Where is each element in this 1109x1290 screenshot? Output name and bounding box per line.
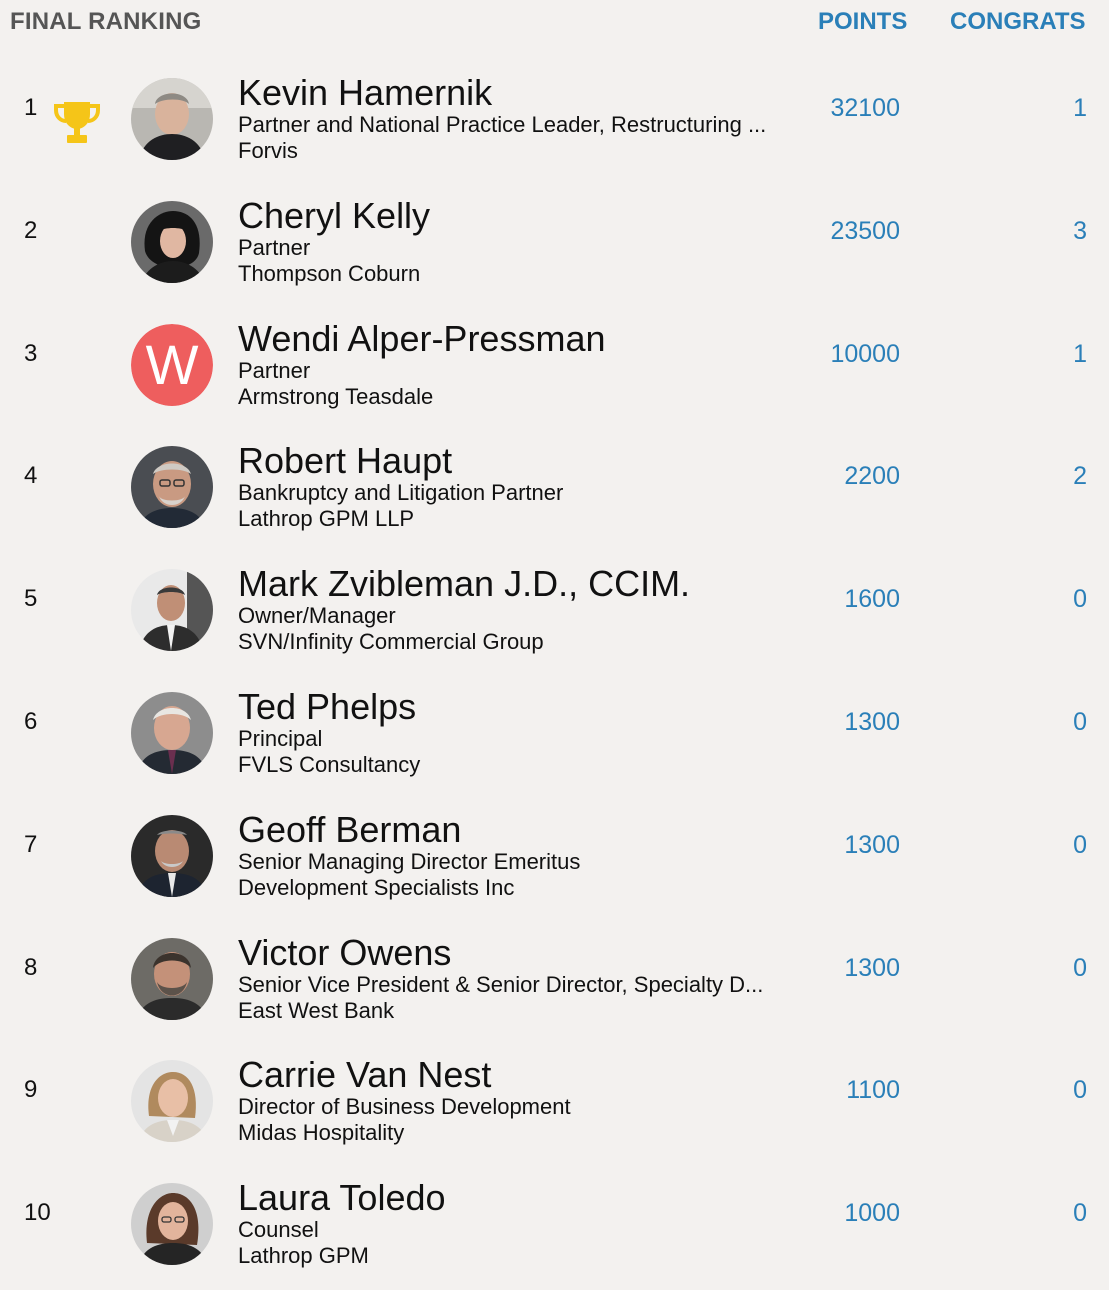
rank-number: 2 [24,216,38,244]
person-name[interactable]: Wendi Alper-Pressman [238,319,808,358]
ranking-list: 1 Kevin Hamernik Partner and National Pr… [0,62,1109,1290]
person-title: Counsel [238,1217,319,1243]
person-title: Senior Managing Director Emeritus [238,848,581,874]
congrats-value[interactable]: 3 [1073,217,1087,246]
rank-number: 3 [24,339,38,367]
points-value[interactable]: 1300 [844,954,900,983]
avatar[interactable] [131,1060,213,1143]
congrats-value[interactable]: 1 [1073,94,1087,123]
person-info: Cheryl Kelly Partner Thompson Coburn [238,196,808,287]
person-info: Carrie Van Nest Director of Business Dev… [238,1056,808,1146]
congrats-column-header[interactable]: CONGRATS [950,8,1086,36]
ranking-row[interactable]: 10 Laura Toledo Counsel Lathrop GPM 1000… [0,1167,1109,1290]
person-info: Ted Phelps Principal FVLS Consultancy [238,687,808,778]
person-title: Principal [238,725,323,751]
person-info: Wendi Alper-Pressman Partner Armstrong T… [238,319,808,410]
person-title: Partner [238,357,311,383]
points-value[interactable]: 1300 [844,831,900,860]
congrats-value[interactable]: 0 [1073,585,1087,614]
person-company: Lathrop GPM [238,1243,369,1269]
rank-number: 1 [24,94,38,121]
congrats-value[interactable]: 0 [1073,1076,1087,1105]
points-value[interactable]: 1300 [844,708,900,737]
points-value[interactable]: 1600 [844,585,900,614]
ranking-row[interactable]: 5 Mark Zvibleman J.D., CCIM. Owner/Manag… [0,553,1109,676]
rank-number: 7 [24,830,38,858]
congrats-value[interactable]: 1 [1073,340,1087,369]
ranking-row[interactable]: 6 Ted Phelps Principal FVLS Consultancy … [0,676,1109,799]
points-column-header[interactable]: POINTS [818,8,907,36]
person-company: Armstrong Teasdale [238,383,434,409]
points-value[interactable]: 2200 [844,462,900,491]
rank-number: 10 [24,1199,51,1227]
congrats-value[interactable]: 0 [1073,708,1087,737]
avatar[interactable] [131,691,213,774]
ranking-row[interactable]: 2 Cheryl Kelly Partner Thompson Coburn 2… [0,185,1109,308]
avatar[interactable] [131,78,213,160]
ranking-row[interactable]: 3 W Wendi Alper-Pressman Partner Armstro… [0,308,1109,431]
person-info: Victor Owens Senior Vice President & Sen… [238,933,808,1024]
ranking-header: FINAL RANKING POINTS CONGRATS [0,0,1109,44]
ranking-row[interactable]: 8 Victor Owens Senior Vice President & S… [0,922,1109,1045]
person-company: East West Bank [238,997,395,1023]
ranking-row[interactable]: 1 Kevin Hamernik Partner and National Pr… [0,62,1109,185]
person-info: Geoff Berman Senior Managing Director Em… [238,810,808,901]
person-title: Partner [238,234,311,260]
avatar[interactable] [131,200,213,283]
person-company: Thompson Coburn [238,260,421,286]
person-name[interactable]: Carrie Van Nest [238,1056,808,1094]
person-info: Kevin Hamernik Partner and National Prac… [238,74,808,164]
congrats-value[interactable]: 0 [1073,954,1087,983]
congrats-value[interactable]: 0 [1073,831,1087,860]
avatar[interactable] [131,569,213,652]
points-value[interactable]: 32100 [830,94,900,123]
person-company: Midas Hospitality [238,1120,405,1146]
rank-number: 6 [24,707,38,735]
points-value[interactable]: 23500 [830,217,900,246]
avatar[interactable] [131,814,213,897]
avatar[interactable] [131,446,213,529]
avatar-initial: W [131,323,213,406]
person-title: Bankruptcy and Litigation Partner [238,480,564,506]
congrats-value[interactable]: 0 [1073,1199,1087,1228]
person-title: Owner/Manager [238,603,396,629]
points-value[interactable]: 1100 [846,1076,900,1105]
person-info: Mark Zvibleman J.D., CCIM. Owner/Manager… [238,565,808,655]
person-name[interactable]: Victor Owens [238,933,808,972]
points-value[interactable]: 10000 [830,340,900,369]
rank-number: 5 [24,585,38,613]
trophy-icon [52,98,102,148]
person-name[interactable]: Robert Haupt [238,442,808,480]
ranking-row[interactable]: 7 Geoff Berman Senior Managing Director … [0,799,1109,922]
person-info: Robert Haupt Bankruptcy and Litigation P… [238,442,808,532]
person-title: Senior Vice President & Senior Director,… [238,971,764,997]
person-name[interactable]: Cheryl Kelly [238,196,808,235]
ranking-row[interactable]: 9 Carrie Van Nest Director of Business D… [0,1044,1109,1167]
page-title: FINAL RANKING [10,8,202,35]
rank-number: 4 [24,462,38,490]
avatar[interactable]: W [131,323,213,406]
person-company: Development Specialists Inc [238,874,515,900]
person-title: Partner and National Practice Leader, Re… [238,112,767,137]
person-company: Forvis [238,138,298,163]
person-title: Director of Business Development [238,1094,571,1120]
person-company: Lathrop GPM LLP [238,506,415,532]
avatar[interactable] [131,1183,213,1266]
congrats-value[interactable]: 2 [1073,462,1087,491]
person-name[interactable]: Geoff Berman [238,810,808,849]
person-company: FVLS Consultancy [238,751,421,777]
person-company: SVN/Infinity Commercial Group [238,629,544,655]
ranking-row[interactable]: 4 Robert Haupt Bankruptcy and Litigation… [0,430,1109,553]
avatar[interactable] [131,937,213,1020]
person-info: Laura Toledo Counsel Lathrop GPM [238,1179,808,1269]
person-name[interactable]: Mark Zvibleman J.D., CCIM. [238,565,808,603]
rank-number: 8 [24,953,38,981]
person-name[interactable]: Kevin Hamernik [238,74,808,112]
person-name[interactable]: Laura Toledo [238,1179,808,1217]
person-name[interactable]: Ted Phelps [238,687,808,726]
rank-number: 9 [24,1076,38,1104]
points-value[interactable]: 1000 [844,1199,900,1228]
